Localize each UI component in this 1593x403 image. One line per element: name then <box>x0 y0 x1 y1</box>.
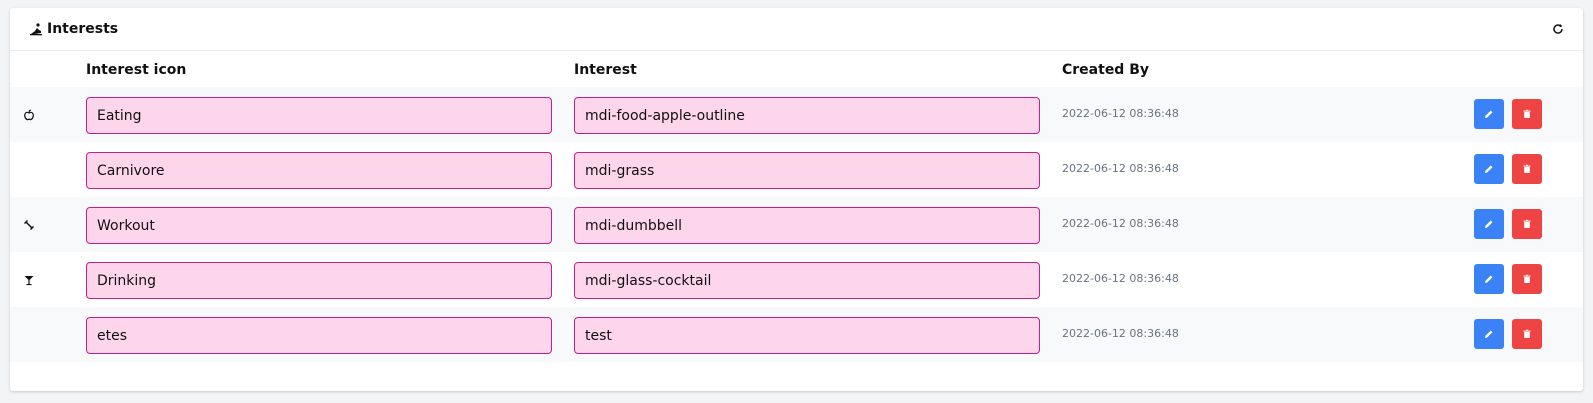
trash-icon <box>1522 107 1532 122</box>
interest-name-input[interactable] <box>86 317 552 354</box>
interest-name-input[interactable] <box>86 97 552 134</box>
edit-button[interactable] <box>1474 319 1504 349</box>
interest-name-input[interactable] <box>86 262 552 299</box>
interest-name-input[interactable] <box>86 207 552 244</box>
column-header-created-by: Created By <box>1062 62 1150 78</box>
edit-button[interactable] <box>1474 209 1504 239</box>
interests-card: Interests Interest icon Interest Created… <box>10 8 1583 391</box>
interest-name-input[interactable] <box>86 152 552 189</box>
meditation-icon <box>29 22 43 36</box>
delete-button[interactable] <box>1512 319 1542 349</box>
created-timestamp: 2022-06-12 08:36:48 <box>1062 327 1179 340</box>
delete-button[interactable] <box>1512 154 1542 184</box>
created-timestamp: 2022-06-12 08:36:48 <box>1062 162 1179 175</box>
table-row: 2022-06-12 08:36:48 <box>10 307 1583 362</box>
glass-cocktail-icon <box>22 273 36 287</box>
table-row: 2022-06-12 08:36:48 <box>10 87 1583 142</box>
pencil-icon <box>1484 162 1494 177</box>
pencil-icon <box>1484 272 1494 287</box>
created-timestamp: 2022-06-12 08:36:48 <box>1062 272 1179 285</box>
column-header-interest-icon: Interest icon <box>86 62 187 78</box>
delete-button[interactable] <box>1512 209 1542 239</box>
edit-button[interactable] <box>1474 154 1504 184</box>
trash-icon <box>1522 217 1532 232</box>
pencil-icon <box>1484 217 1494 232</box>
table-row: 2022-06-12 08:36:48 <box>10 252 1583 307</box>
table-row: 2022-06-12 08:36:48 <box>10 197 1583 252</box>
interest-icon-input[interactable] <box>574 262 1040 299</box>
created-timestamp: 2022-06-12 08:36:48 <box>1062 217 1179 230</box>
dumbbell-icon <box>22 218 36 232</box>
page-title: Interests <box>47 21 119 37</box>
interest-icon-input[interactable] <box>574 97 1040 134</box>
edit-button[interactable] <box>1474 99 1504 129</box>
trash-icon <box>1522 327 1532 342</box>
trash-icon <box>1522 162 1532 177</box>
column-header-interest: Interest <box>574 62 637 78</box>
interest-icon-input[interactable] <box>574 317 1040 354</box>
delete-button[interactable] <box>1512 264 1542 294</box>
pencil-icon <box>1484 327 1494 342</box>
food-apple-outline-icon <box>22 108 36 122</box>
refresh-icon[interactable] <box>1549 20 1567 38</box>
trash-icon <box>1522 272 1532 287</box>
interest-icon-input[interactable] <box>574 207 1040 244</box>
card-header: Interests <box>10 8 1583 51</box>
delete-button[interactable] <box>1512 99 1542 129</box>
created-timestamp: 2022-06-12 08:36:48 <box>1062 107 1179 120</box>
pencil-icon <box>1484 107 1494 122</box>
table-header: Interest icon Interest Created By <box>10 51 1583 87</box>
edit-button[interactable] <box>1474 264 1504 294</box>
table-row: 2022-06-12 08:36:48 <box>10 142 1583 197</box>
interest-icon-input[interactable] <box>574 152 1040 189</box>
